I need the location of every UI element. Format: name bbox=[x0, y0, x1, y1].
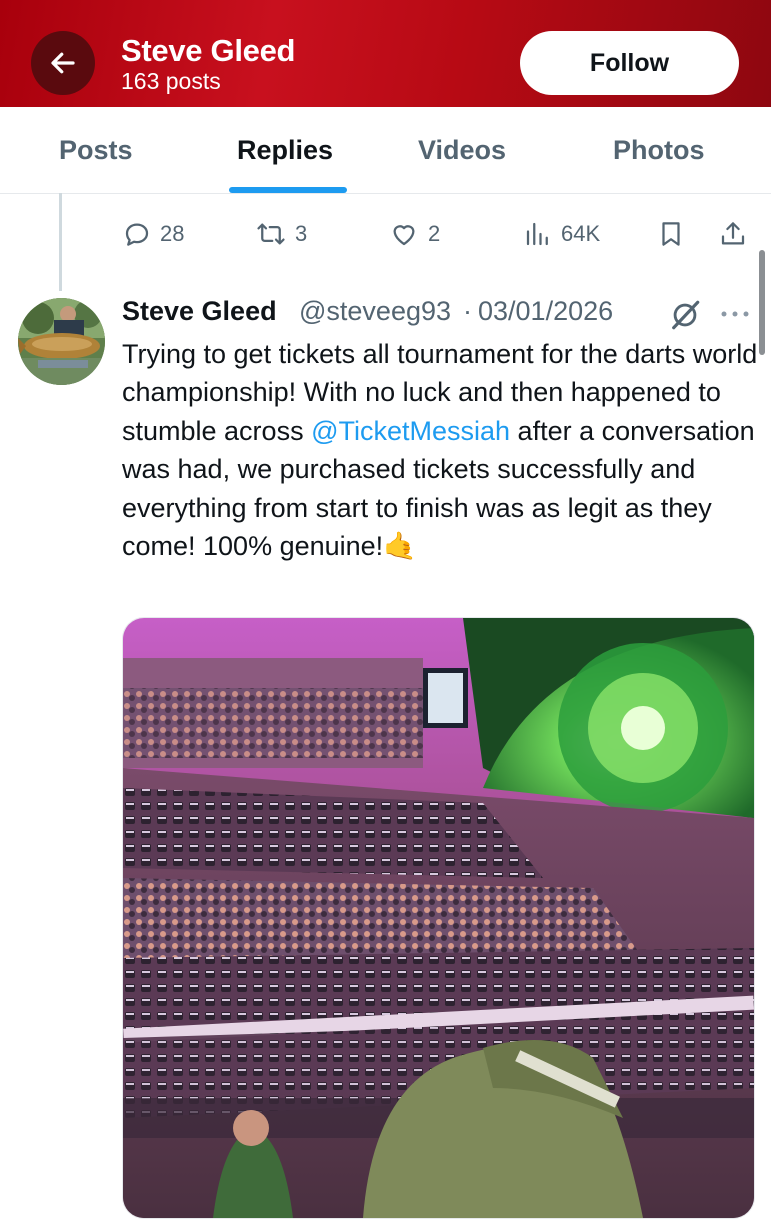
share-button[interactable] bbox=[718, 210, 748, 258]
meta-separator: · bbox=[463, 296, 472, 326]
back-arrow-icon bbox=[51, 52, 75, 74]
like-count: 2 bbox=[428, 221, 441, 246]
reply-icon bbox=[125, 223, 149, 246]
grok-icon[interactable] bbox=[668, 298, 702, 332]
views-count: 64K bbox=[561, 221, 601, 246]
tweet-author-handle[interactable]: @steveeg93 bbox=[299, 296, 451, 327]
posts-count: 163 posts bbox=[121, 68, 221, 94]
follow-button[interactable]: Follow bbox=[520, 31, 739, 95]
repost-icon bbox=[257, 223, 285, 245]
profile-name: Steve Gleed bbox=[121, 33, 296, 68]
profile-tabs: Posts Replies Videos Photos bbox=[0, 107, 771, 194]
active-tab-indicator bbox=[229, 187, 347, 193]
bookmark-button[interactable] bbox=[656, 210, 686, 258]
views-button[interactable]: 64K bbox=[523, 210, 600, 258]
tweet-author-name[interactable]: Steve Gleed bbox=[122, 296, 277, 327]
more-icon[interactable] bbox=[720, 310, 750, 318]
tab-replies[interactable]: Replies bbox=[237, 135, 333, 166]
like-button[interactable]: 2 bbox=[388, 210, 440, 258]
tab-posts[interactable]: Posts bbox=[59, 135, 133, 166]
repost-count: 3 bbox=[295, 221, 308, 246]
reply-count: 28 bbox=[160, 221, 185, 246]
views-icon bbox=[526, 222, 548, 246]
tweet-photo[interactable] bbox=[122, 617, 755, 1219]
profile-header: Steve Gleed 163 posts Follow bbox=[0, 0, 771, 107]
repost-button[interactable]: 3 bbox=[255, 210, 307, 258]
tweet-date[interactable]: 03/01/2026 bbox=[478, 296, 613, 327]
tab-photos[interactable]: Photos bbox=[613, 135, 705, 166]
previous-post-actions: 28 3 2 64K bbox=[0, 210, 771, 258]
mention-link[interactable]: @TicketMessiah bbox=[311, 416, 510, 446]
bookmark-icon bbox=[662, 222, 680, 246]
reply-button[interactable]: 28 bbox=[122, 210, 184, 258]
back-button[interactable] bbox=[31, 31, 95, 95]
avatar[interactable] bbox=[18, 298, 105, 385]
share-icon bbox=[721, 222, 745, 245]
tab-videos[interactable]: Videos bbox=[418, 135, 506, 166]
like-icon bbox=[393, 225, 415, 246]
tweet-text: Trying to get tickets all tournament for… bbox=[122, 335, 762, 565]
